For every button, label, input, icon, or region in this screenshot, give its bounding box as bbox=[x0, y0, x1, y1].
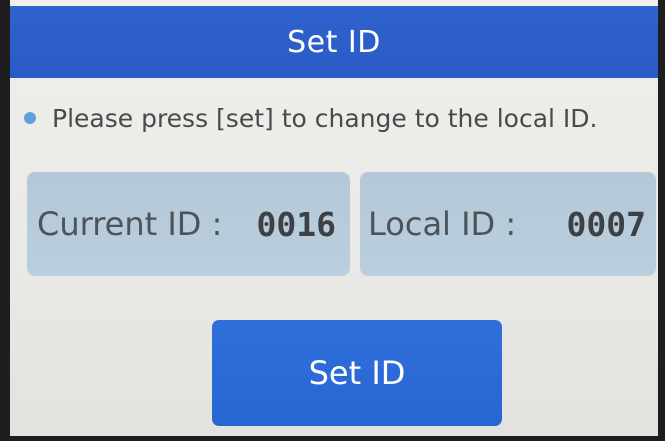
instruction-row: Please press [set] to change to the loca… bbox=[24, 98, 654, 138]
device-screen: Set ID Please press [set] to change to t… bbox=[10, 0, 658, 436]
bullet-dot-icon bbox=[24, 112, 36, 124]
device-bezel: Set ID Please press [set] to change to t… bbox=[0, 0, 665, 441]
page-title: Set ID bbox=[287, 24, 381, 60]
local-id-value: 0007 bbox=[566, 204, 646, 244]
set-id-button[interactable]: Set ID bbox=[212, 320, 502, 426]
local-id-panel: Local ID : 0007 bbox=[360, 172, 656, 276]
local-id-label: Local ID : bbox=[368, 205, 517, 243]
current-id-value: 0016 bbox=[256, 204, 336, 244]
current-id-panel: Current ID : 0016 bbox=[27, 172, 350, 276]
instruction-text: Please press [set] to change to the loca… bbox=[52, 103, 598, 133]
set-id-button-label: Set ID bbox=[308, 354, 406, 392]
current-id-label: Current ID : bbox=[37, 205, 223, 243]
title-bar: Set ID bbox=[10, 6, 658, 78]
